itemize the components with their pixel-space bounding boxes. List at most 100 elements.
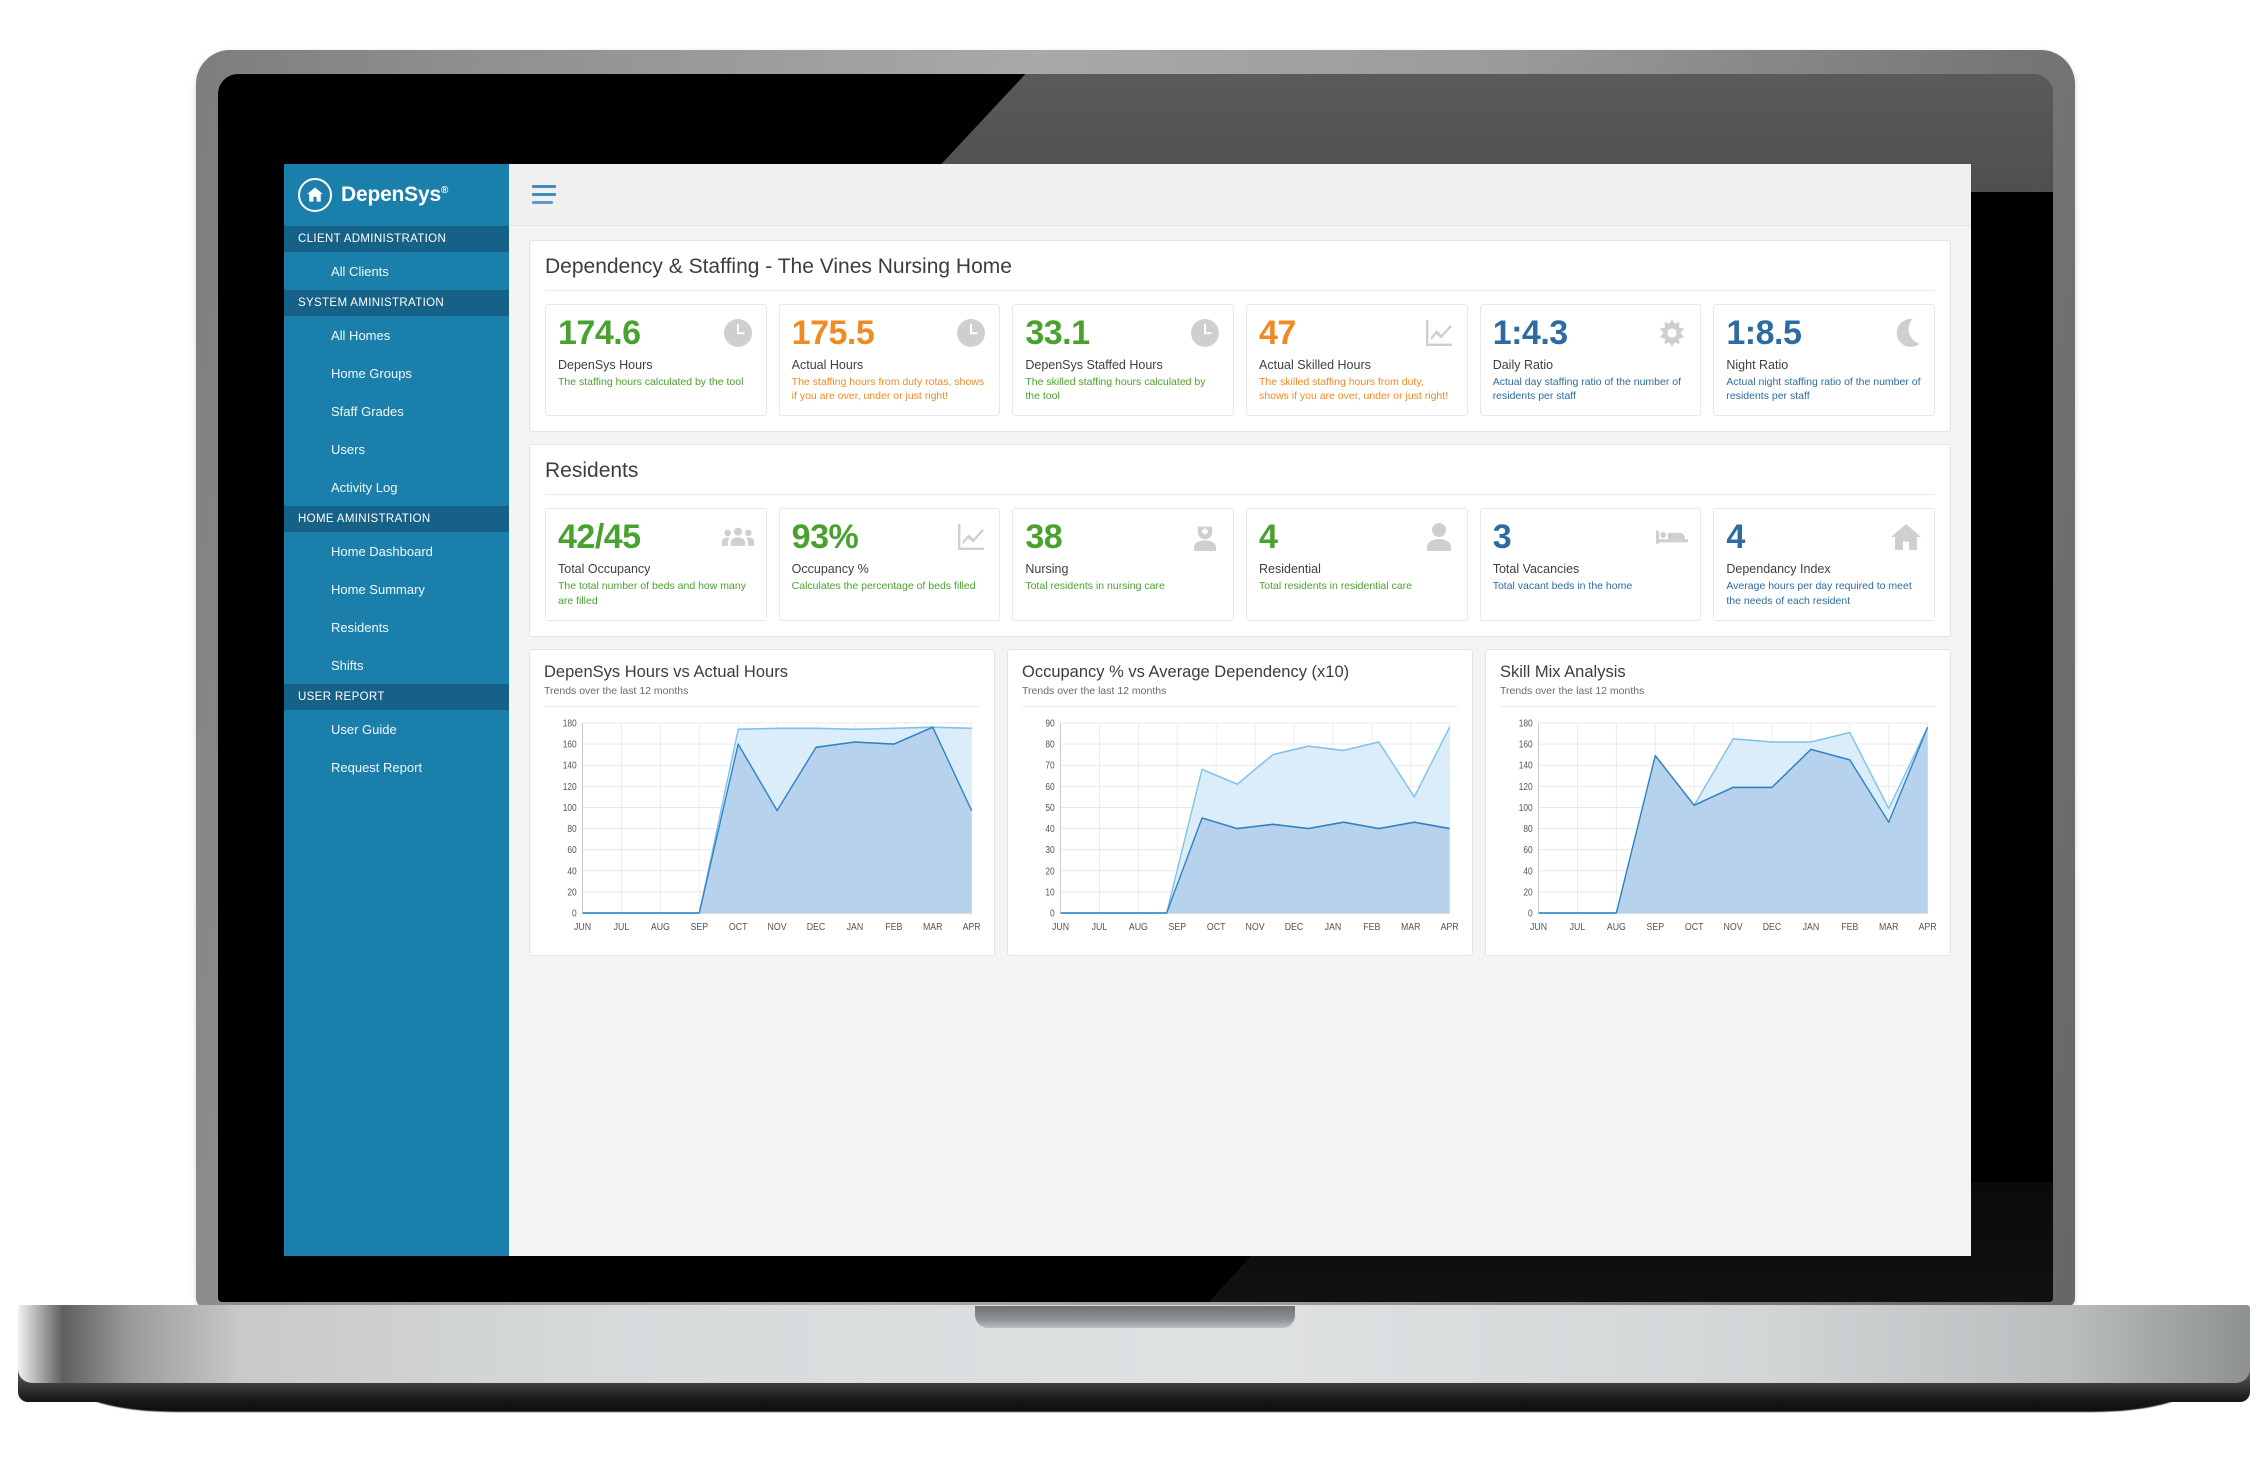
kpi-card[interactable]: 3 Total Vacancies Total vacant beds in the… — [1479, 508, 1702, 621]
kpi-description: Total residents in nursing care — [1025, 580, 1165, 593]
chart-subtitle: Trends over the last 12 months — [1022, 685, 1458, 707]
svg-text:AUG: AUG — [1607, 921, 1626, 933]
kpi-label: Nursing — [1025, 562, 1069, 577]
svg-text:80: 80 — [1523, 823, 1532, 834]
nurse-icon — [1189, 521, 1221, 553]
page-title: Dependency & Staffing - The Vines Nursin… — [545, 255, 1935, 291]
svg-text:0: 0 — [572, 908, 577, 919]
brand-logo[interactable]: DepenSys — [284, 164, 509, 226]
sidebar-item-residents[interactable]: Residents — [284, 608, 509, 646]
sidebar: DepenSys CLIENT ADMINISTRATIONAll Client… — [284, 164, 509, 1256]
sidebar-item-users[interactable]: Users — [284, 430, 509, 468]
svg-text:20: 20 — [1523, 886, 1532, 897]
svg-text:MAR: MAR — [1879, 921, 1899, 933]
kpi-card[interactable]: 38 Nursing Total residents in nursing care — [1012, 508, 1235, 621]
svg-text:20: 20 — [1045, 865, 1054, 876]
svg-text:OCT: OCT — [1207, 921, 1226, 933]
kpi-card[interactable]: 1:4.3 Daily Ratio Actual day staffing rati… — [1479, 304, 1702, 417]
sidebar-item-home-groups[interactable]: Home Groups — [284, 354, 509, 392]
svg-text:JUN: JUN — [574, 921, 591, 933]
svg-text:180: 180 — [563, 718, 577, 729]
laptop-base-notch — [975, 1306, 1295, 1328]
hamburger-menu-icon[interactable] — [532, 185, 556, 204]
kpi-description: The skilled staffing hours from duty, sh… — [1259, 376, 1449, 403]
svg-text:FEB: FEB — [1363, 921, 1380, 933]
screenshot-stage: DepenSys CLIENT ADMINISTRATIONAll Client… — [0, 0, 2268, 1464]
chart-plot-area: 0 20 40 60 80 100 120 140 160 180 JUN JUL AUG SEP OCT N… — [1500, 713, 1936, 945]
svg-text:140: 140 — [1519, 760, 1533, 771]
sidebar-item-user-guide[interactable]: User Guide — [284, 710, 509, 748]
svg-text:AUG: AUG — [1129, 921, 1148, 933]
kpi-description: The staffing hours calculated by the too… — [558, 376, 744, 388]
svg-text:NOV: NOV — [1246, 921, 1266, 933]
kpi-card[interactable]: 42/45 Total Occupancy The total number of … — [545, 508, 767, 621]
svg-text:NOV: NOV — [1724, 921, 1744, 933]
svg-text:160: 160 — [1519, 739, 1533, 750]
chart-card: Occupancy % vs Average Dependency (x10) T… — [1007, 648, 1473, 956]
svg-text:90: 90 — [1045, 718, 1054, 729]
sidebar-item-request-report[interactable]: Request Report — [284, 748, 509, 786]
bed-icon — [1656, 521, 1689, 553]
brand-name: DepenSys — [341, 183, 448, 207]
person-icon — [1423, 521, 1455, 553]
kpi-card[interactable]: 4 Dependancy Index Average hours per day r… — [1713, 508, 1936, 621]
chart-card: DepenSys Hours vs Actual Hours Trends ove… — [529, 648, 995, 956]
kpi-description: The skilled staffing hours calculated by… — [1025, 376, 1206, 403]
kpi-card[interactable]: 4 Residential Total residents in residenti… — [1246, 508, 1468, 621]
chart-plot-area: 0 10 20 30 40 50 60 70 80 90 JUN JUL AUG SEP OCT NOV DEC… — [1022, 713, 1458, 945]
chart-card: Skill Mix Analysis Trends over the last 1… — [1485, 648, 1951, 956]
sun-icon — [1656, 317, 1688, 349]
svg-text:AUG: AUG — [651, 921, 670, 933]
sidebar-item-home-summary[interactable]: Home Summary — [284, 570, 509, 608]
kpi-label: Night Ratio — [1726, 358, 1789, 372]
kpi-label: DepenSys Staffed Hours — [1025, 358, 1163, 372]
kpi-description: The staffing hours from duty rotas, show… — [791, 376, 985, 403]
kpi-card[interactable]: 33.1 DepenSys Staffed Hours The skilled st… — [1012, 304, 1235, 417]
svg-text:40: 40 — [567, 865, 576, 876]
svg-text:30: 30 — [1045, 844, 1054, 855]
svg-text:SEP: SEP — [690, 921, 708, 933]
svg-text:SEP: SEP — [1646, 921, 1664, 933]
chart-plot-area: 0 20 40 60 80 100 120 140 160 180 JUN JUL AUG SEP OCT N… — [544, 713, 980, 945]
svg-text:APR: APR — [1441, 921, 1458, 933]
svg-text:FEB: FEB — [885, 921, 902, 933]
kpi-card[interactable]: 47 Actual Skilled Hours The skilled staffi… — [1246, 304, 1468, 417]
sidebar-item-home-dashboard[interactable]: Home Dashboard — [284, 532, 509, 570]
svg-text:JAN: JAN — [1325, 921, 1342, 933]
svg-text:60: 60 — [1045, 781, 1054, 792]
svg-text:JUL: JUL — [614, 921, 630, 933]
kpi-label: Total Vacancies — [1492, 562, 1580, 577]
svg-text:120: 120 — [563, 781, 577, 792]
svg-text:DEC: DEC — [807, 921, 826, 933]
kpi-card[interactable]: 1:8.5 Night Ratio Actual night staffing ra… — [1713, 304, 1936, 417]
kpi-card[interactable]: 93% Occupancy % Calculates the percentage … — [778, 508, 1001, 621]
kpi-label: Occupancy % — [791, 562, 869, 577]
svg-text:OCT: OCT — [1685, 921, 1704, 933]
svg-text:40: 40 — [1523, 865, 1532, 876]
kpi-label: Dependancy Index — [1726, 562, 1831, 577]
svg-text:50: 50 — [1045, 802, 1054, 813]
sidebar-item-all-clients[interactable]: All Clients — [284, 252, 509, 290]
kpi-card[interactable]: 175.5 Actual Hours The staffing hours from… — [778, 304, 1001, 417]
svg-text:APR: APR — [1919, 921, 1936, 933]
sidebar-item-sfaff-grades[interactable]: Sfaff Grades — [284, 392, 509, 430]
svg-text:SEP: SEP — [1168, 921, 1186, 933]
svg-text:JUN: JUN — [1530, 921, 1547, 933]
line-chart-icon — [1423, 317, 1455, 349]
residents-panel: Residents 42/45 Total Occupancy The total … — [529, 444, 1951, 637]
line-chart-icon — [955, 521, 987, 553]
svg-text:JAN: JAN — [1803, 921, 1820, 933]
kpi-description: Average hours per day required to meet t… — [1726, 580, 1912, 607]
home-icon — [298, 178, 332, 212]
sidebar-item-all-homes[interactable]: All Homes — [284, 316, 509, 354]
kpi-card[interactable]: 174.6 DepenSys Hours The staffing hours ca… — [545, 304, 767, 417]
chart-title: Occupancy % vs Average Dependency (x10) — [1022, 662, 1350, 681]
svg-text:20: 20 — [567, 886, 576, 897]
staffing-panel: Dependency & Staffing - The Vines Nursin… — [529, 240, 1951, 433]
house-icon — [1890, 521, 1922, 553]
sidebar-item-shifts[interactable]: Shifts — [284, 646, 509, 684]
kpi-label: Actual Skilled Hours — [1259, 358, 1371, 372]
svg-text:0: 0 — [1528, 908, 1533, 919]
sidebar-item-activity-log[interactable]: Activity Log — [284, 468, 509, 506]
kpi-description: Total residents in residential care — [1259, 580, 1412, 593]
